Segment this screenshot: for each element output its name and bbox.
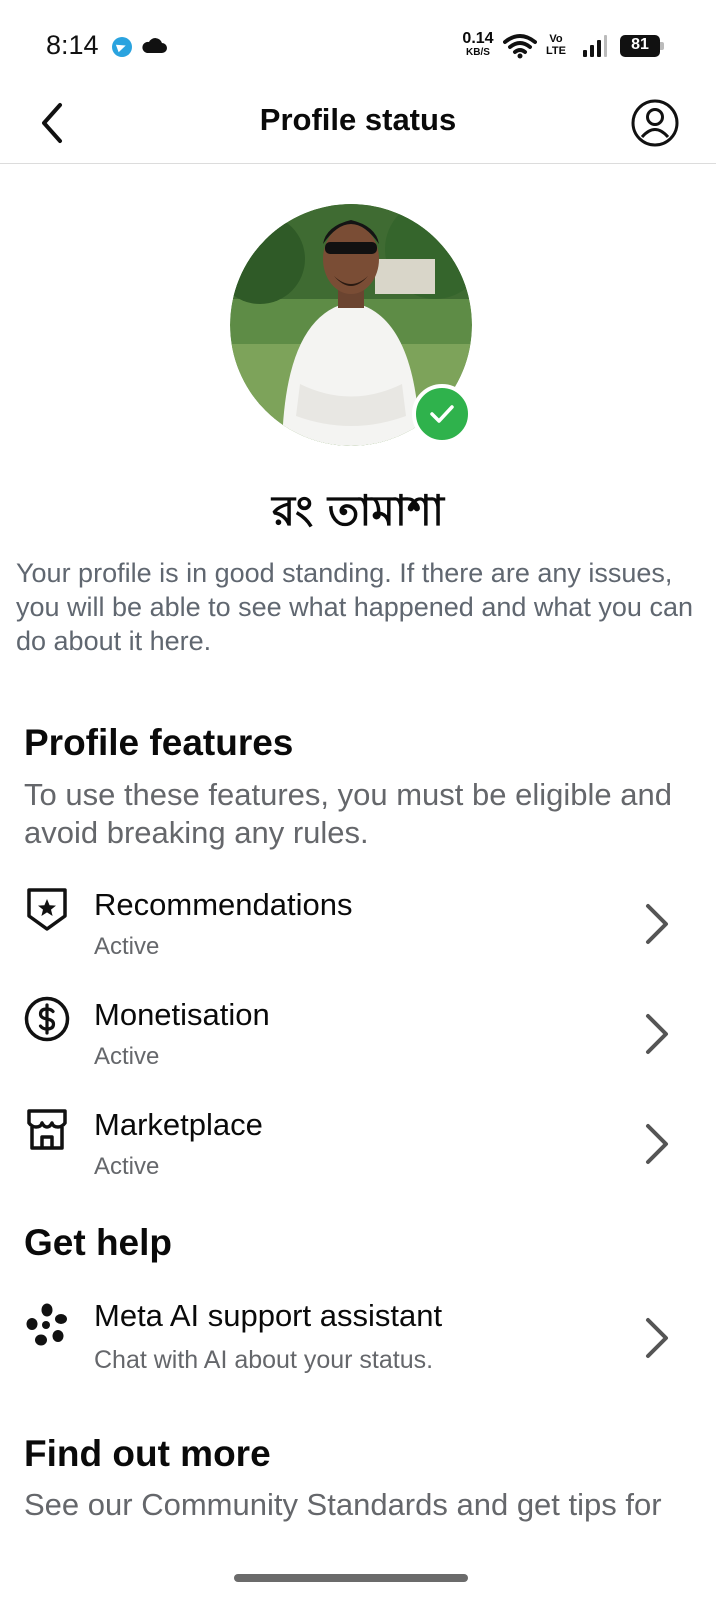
network-speed: 0.14 KB/S [462, 30, 494, 58]
feature-row-recommendations[interactable]: Recommendations Active [0, 876, 716, 976]
dollar-circle-icon [24, 996, 70, 1042]
telegram-icon [112, 37, 132, 57]
chevron-right-icon [646, 1124, 668, 1164]
battery-level: 81 [631, 36, 649, 53]
status-bar: 8:14 0.14 KB/S Vo LTE 81 [0, 0, 716, 80]
storefront-icon [27, 1109, 67, 1150]
wifi-icon [503, 34, 537, 59]
feature-row-marketplace[interactable]: Marketplace Active [0, 1096, 716, 1196]
standing-description: Your profile is in good standing. If the… [16, 558, 693, 656]
feature-status: Active [94, 1153, 160, 1180]
profile-features-heading: Profile features [24, 722, 294, 763]
top-app-bar: Profile status [0, 80, 716, 164]
checkmark-icon [430, 405, 454, 423]
profile-avatar[interactable] [230, 204, 472, 446]
verified-check-badge [412, 384, 472, 444]
cloud-icon [142, 38, 167, 53]
profile-name: রং তামাশা [271, 486, 445, 535]
home-indicator[interactable] [234, 1574, 468, 1582]
feature-status: Active [94, 933, 160, 960]
feature-label: Marketplace [94, 1107, 263, 1142]
battery-icon: 81 [620, 35, 664, 57]
help-label: Meta AI support assistant [94, 1298, 443, 1333]
find-out-more-heading: Find out more [24, 1433, 271, 1474]
status-time: 8:14 [46, 30, 99, 60]
find-out-more-subtitle: See our Community Standards and get tips… [24, 1487, 662, 1522]
profile-features-subtitle: To use these features, you must be eligi… [24, 777, 672, 850]
chevron-right-icon [646, 904, 668, 944]
help-row-meta-ai[interactable]: Meta AI support assistant Chat with AI a… [0, 1292, 716, 1392]
meta-ai-icon [26, 1303, 67, 1346]
account-icon[interactable] [630, 98, 680, 148]
feature-status: Active [94, 1043, 160, 1070]
feature-row-monetisation[interactable]: Monetisation Active [0, 986, 716, 1086]
chevron-right-icon [646, 1014, 668, 1054]
feature-label: Recommendations [94, 887, 353, 922]
signal-icon [583, 35, 607, 57]
feature-label: Monetisation [94, 997, 270, 1032]
help-subtitle: Chat with AI about your status. [94, 1346, 434, 1374]
chevron-right-icon [646, 1318, 668, 1358]
shield-star-icon [27, 888, 67, 931]
page-title: Profile status [259, 102, 457, 137]
profile-status-screen: 8:14 0.14 KB/S Vo LTE 81 Profile status … [0, 0, 716, 1600]
get-help-heading: Get help [24, 1222, 173, 1263]
volte-indicator: Vo LTE [546, 33, 566, 57]
